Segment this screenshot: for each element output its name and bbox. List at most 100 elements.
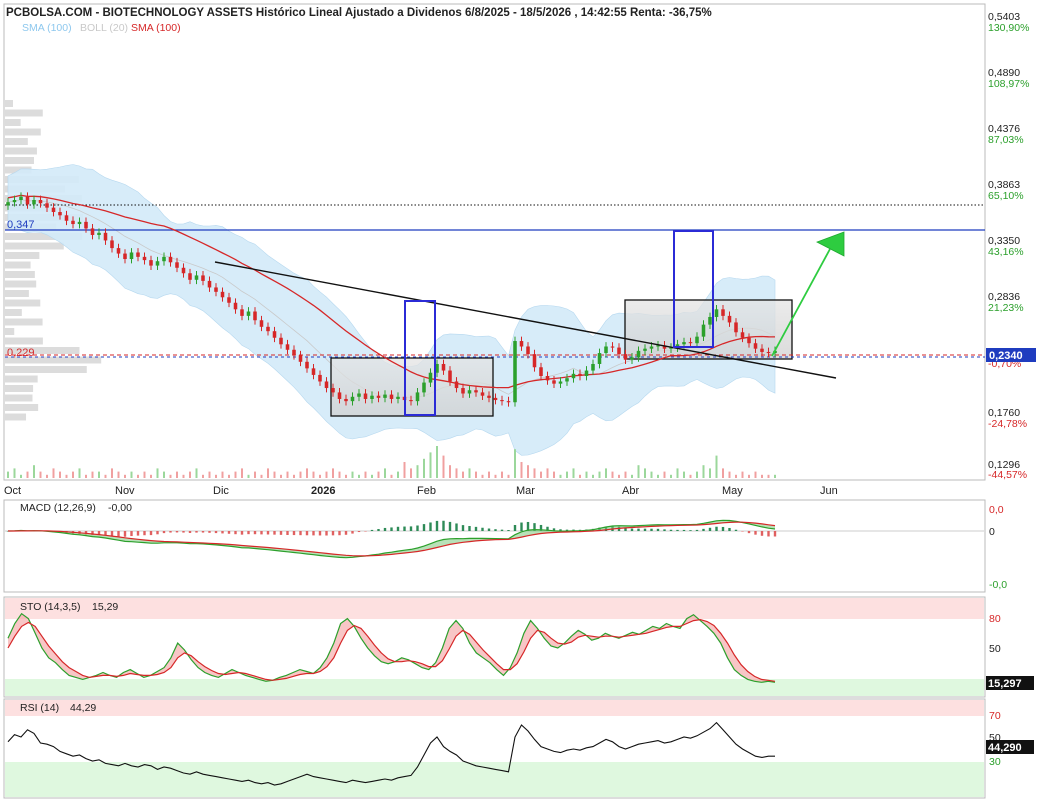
sto-oversold-band (5, 679, 984, 696)
legend-sma-100-light: SMA (100) (22, 22, 72, 34)
volume-profile-bar (5, 394, 33, 402)
macd-title: MACD (12,26,9) (20, 502, 96, 514)
macd-hist-bar (669, 529, 673, 531)
candle (77, 221, 82, 225)
volume-bar (618, 474, 620, 478)
candle (19, 196, 23, 200)
candle (90, 228, 95, 235)
candle (32, 199, 36, 205)
x-tick-label: Dic (213, 485, 229, 497)
volume-bar (748, 474, 750, 478)
chart-canvas: PCBOLSA.COM - BIOTECHNOLOGY ASSETS Histó… (3, 3, 1036, 799)
candle (526, 346, 530, 355)
candle (701, 324, 706, 337)
candle (708, 316, 712, 325)
candle (311, 368, 316, 375)
pct-tick: 21,23% (988, 302, 1024, 314)
volume-bar (371, 474, 373, 478)
legend-boll-20: BOLL (20) (80, 22, 128, 34)
volume-bar (735, 474, 737, 478)
rsi-title: RSI (14) (20, 702, 59, 714)
macd-hist-bar (273, 531, 276, 535)
macd-hist-bar (351, 531, 354, 534)
candle (194, 275, 199, 280)
rsi-tick: 70 (989, 710, 1001, 722)
candle (324, 381, 329, 389)
candle (552, 380, 556, 384)
candle (643, 348, 647, 351)
volume-bar (104, 474, 107, 478)
macd-hist-bar (513, 524, 517, 531)
candle (695, 336, 699, 344)
sto-tick: 50 (989, 643, 1001, 655)
macd-hist-bar (325, 531, 328, 536)
macd-hist-bar (461, 525, 465, 531)
candle (38, 199, 43, 204)
volume-bar (572, 468, 575, 478)
rsi-overbought-band (5, 700, 984, 716)
macd-hist-bar (169, 531, 172, 533)
candle (201, 275, 205, 281)
macd-hist-bar (175, 531, 179, 533)
macd-hist-bar (754, 531, 757, 535)
volume-bar (137, 474, 139, 478)
macd-hist-bar (455, 523, 458, 531)
macd-hist-bar (117, 531, 120, 537)
candle (506, 401, 511, 403)
macd-hist-bar (162, 531, 166, 534)
candle (747, 337, 751, 344)
pct-tick: -24,78% (988, 418, 1027, 430)
candle (487, 395, 491, 398)
rsi-oversold-band (5, 762, 984, 797)
candle (220, 291, 225, 298)
volume-bar (169, 474, 172, 478)
candle (350, 396, 355, 402)
macd-hist-bar (507, 529, 510, 531)
chart-title: PCBOLSA.COM - BIOTECHNOLOGY ASSETS Histó… (6, 7, 712, 19)
candle (448, 370, 452, 382)
volume-bar (527, 465, 529, 478)
candle (292, 349, 296, 356)
volume-bar (507, 474, 510, 478)
candle (84, 221, 88, 229)
x-tick-label: May (722, 485, 743, 497)
macd-hist-bar (377, 529, 380, 531)
volume-profile-bar (5, 271, 35, 278)
macd-hist-bar (435, 520, 439, 531)
volume-bar (46, 474, 48, 478)
candle (279, 337, 283, 345)
candle (233, 302, 238, 310)
macd-hist-bar (123, 531, 127, 537)
volume-profile-bar (5, 290, 29, 297)
macd-hist-bar (741, 531, 744, 532)
volume-profile-bar (5, 157, 34, 164)
macd-hist-bar (643, 528, 647, 531)
volume-bar (683, 471, 685, 478)
candle (149, 260, 153, 266)
x-tick-label: Abr (622, 485, 639, 497)
macd-hist-bar (702, 528, 705, 531)
volume-profile-bar (5, 337, 43, 345)
rsi-last-value: 44,290 (988, 742, 1022, 754)
sto-last-value: 15,297 (988, 678, 1022, 690)
volume-bar (267, 468, 269, 478)
volume-profile-bar (5, 375, 38, 383)
volume-bar (364, 471, 367, 478)
pct-tick: 130,90% (988, 22, 1029, 34)
candle (357, 393, 361, 397)
candle (214, 287, 218, 292)
macd-hist-bar (344, 531, 348, 535)
macd-hist-bar (773, 531, 777, 537)
volume-bar (241, 468, 243, 478)
level-label-0347: 0,347 (7, 219, 35, 231)
volume-profile-bar (5, 366, 87, 373)
volume-bar (13, 468, 16, 478)
volume-bar (280, 474, 282, 478)
candle (344, 398, 348, 402)
volume-bar (208, 471, 211, 478)
macd-hist-bar (318, 531, 322, 536)
volume-bar (247, 474, 250, 478)
candle (188, 273, 192, 280)
volume-bar (436, 446, 438, 478)
macd-hist-bar (279, 531, 283, 535)
